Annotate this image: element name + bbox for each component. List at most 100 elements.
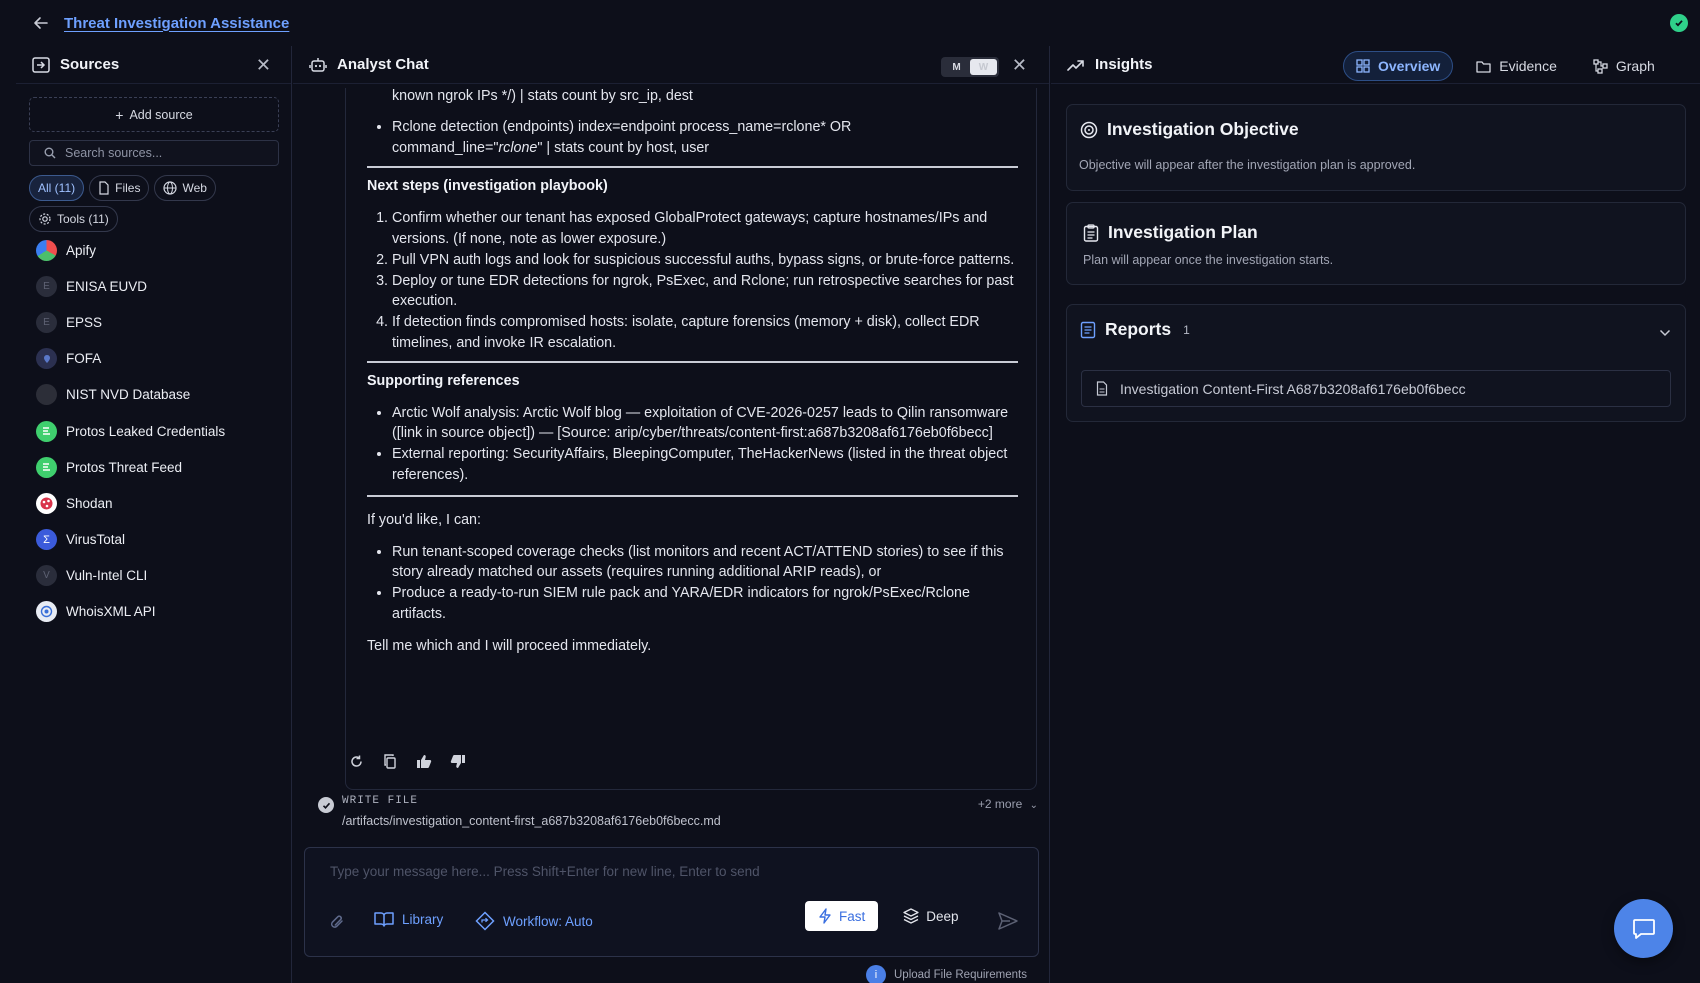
grid-icon xyxy=(1356,59,1370,73)
source-item-apify[interactable]: Apify xyxy=(36,232,286,268)
close-chat-icon[interactable]: ✕ xyxy=(1012,56,1027,74)
copy-icon[interactable] xyxy=(380,751,400,771)
toggle-w[interactable]: W xyxy=(970,59,997,75)
source-item-label: FOFA xyxy=(66,351,102,367)
list-item: Confirm whether our tenant has exposed G… xyxy=(392,208,1018,250)
tab-graph[interactable]: Graph xyxy=(1580,51,1668,81)
upload-requirements-link[interactable]: i Upload File Requirements xyxy=(866,965,1027,983)
fast-label: Fast xyxy=(839,908,866,924)
chip-files[interactable]: Files xyxy=(89,175,150,201)
protos-logo-icon xyxy=(36,456,57,478)
list-item: External reporting: SecurityAffairs, Ble… xyxy=(392,444,1018,486)
chevron-down-icon: ⌄ xyxy=(1029,800,1038,811)
file-icon xyxy=(1096,381,1108,396)
source-item-label: Protos Threat Feed xyxy=(66,459,183,475)
workflow-diamond-icon xyxy=(475,911,495,931)
gear-icon xyxy=(39,213,51,225)
letter-v-icon: V xyxy=(36,565,57,587)
message-input[interactable] xyxy=(330,864,1020,888)
report-item[interactable]: Investigation Content-First A687b3208af6… xyxy=(1081,370,1671,407)
source-item-label: EPSS xyxy=(66,314,103,330)
source-item-protos-feed[interactable]: Protos Threat Feed xyxy=(36,449,286,485)
source-item-virustotal[interactable]: Σ VirusTotal xyxy=(36,522,286,558)
message-composer: Library Workflow: Auto Fast Deep xyxy=(304,847,1039,957)
workflow-button[interactable]: Workflow: Auto xyxy=(475,911,593,931)
divider xyxy=(367,360,1018,363)
section-title: Next steps (investigation playbook) xyxy=(367,178,608,195)
plan-title: Investigation Plan xyxy=(1108,222,1258,242)
divider xyxy=(367,494,1018,497)
reports-title-row: Reports 1 xyxy=(1080,319,1190,340)
source-item-shodan[interactable]: Shodan xyxy=(36,485,286,521)
close-sources-icon[interactable]: ✕ xyxy=(256,56,271,74)
tab-overview-label: Overview xyxy=(1378,58,1441,74)
tab-overview[interactable]: Overview xyxy=(1343,51,1454,81)
tab-graph-label: Graph xyxy=(1615,58,1655,74)
source-filter-chips: All (11) Files Web Tools (11) xyxy=(29,175,289,232)
reports-count-badge: 1 xyxy=(1183,322,1190,337)
chip-web[interactable]: Web xyxy=(154,175,216,201)
source-item-epss[interactable]: E EPSS xyxy=(36,304,286,340)
chip-all[interactable]: All (11) xyxy=(29,175,85,201)
query-text: " | stats count by host, user xyxy=(537,139,710,156)
more-tools-button[interactable]: +2 more ⌄ xyxy=(978,797,1038,811)
chat-bubble-icon xyxy=(1632,918,1655,939)
tab-evidence-label: Evidence xyxy=(1499,58,1557,74)
query-item: Rclone detection (endpoints) index=endpo… xyxy=(392,117,1018,159)
chevron-down-icon[interactable] xyxy=(1659,324,1671,340)
sources-panel: Sources ✕ + Add source All (11) Files We… xyxy=(16,46,292,983)
query-text: Rclone detection (endpoints) index=endpo… xyxy=(392,118,852,135)
chip-tools[interactable]: Tools (11) xyxy=(29,206,118,232)
search-sources-input[interactable] xyxy=(65,146,265,160)
thumbs-down-icon[interactable] xyxy=(448,751,468,771)
insights-title: Insights xyxy=(1095,56,1153,73)
report-item-label: Investigation Content-First A687b3208af6… xyxy=(1120,380,1466,397)
plan-title-row: Investigation Plan xyxy=(1083,222,1258,243)
toggle-m[interactable]: M xyxy=(943,59,970,75)
page-title[interactable]: Threat Investigation Assistance xyxy=(64,15,289,32)
protos-logo-icon xyxy=(36,420,57,442)
source-item-label: VirusTotal xyxy=(66,532,126,548)
source-item-fofa[interactable]: FOFA xyxy=(36,341,286,377)
list-item: Run tenant-scoped coverage checks (list … xyxy=(392,542,1018,584)
source-item-protos-leaked[interactable]: Protos Leaked Credentials xyxy=(36,413,286,449)
tool-path: /artifacts/investigation_content-first_a… xyxy=(342,814,721,828)
add-source-button[interactable]: + Add source xyxy=(29,97,279,132)
speed-mode-group: Fast Deep xyxy=(805,901,972,931)
source-item-nist[interactable]: NIST NVD Database xyxy=(36,377,286,413)
reports-title: Reports xyxy=(1105,319,1172,339)
tool-call-row: WRITE FILE /artifacts/investigation_cont… xyxy=(318,789,1038,833)
query-text-italic: rclone xyxy=(498,139,538,156)
globe-icon xyxy=(163,181,178,195)
layers-icon xyxy=(903,908,919,924)
sources-icon xyxy=(32,56,50,73)
chat-title: Analyst Chat xyxy=(337,56,429,73)
plus-icon: + xyxy=(115,106,124,123)
list-item: If detection finds compromised hosts: is… xyxy=(392,312,1018,354)
paperclip-icon[interactable] xyxy=(329,913,345,934)
regenerate-icon[interactable] xyxy=(346,751,366,771)
back-arrow-icon[interactable] xyxy=(30,12,52,34)
tab-evidence[interactable]: Evidence xyxy=(1463,51,1570,81)
insights-panel: Insights Overview Evidence Graph Investi… xyxy=(1051,46,1700,983)
assistant-message: known ngrok IPs */) | stats count by src… xyxy=(345,88,1037,790)
deep-mode-button[interactable]: Deep xyxy=(890,901,971,931)
chat-support-button[interactable] xyxy=(1614,899,1673,958)
fast-mode-button[interactable]: Fast xyxy=(805,901,879,931)
source-item-label: Vuln-Intel CLI xyxy=(66,568,148,584)
top-bar: Threat Investigation Assistance xyxy=(0,0,1700,46)
send-icon[interactable] xyxy=(998,912,1018,933)
chip-all-label: All (11) xyxy=(38,181,76,195)
query-text: known ngrok IPs */) | stats count by src… xyxy=(392,88,693,104)
source-item-vuln-intel[interactable]: V Vuln-Intel CLI xyxy=(36,558,286,594)
lightning-icon xyxy=(819,908,831,924)
source-item-enisa[interactable]: E ENISA EUVD xyxy=(36,268,286,304)
document-list-icon xyxy=(1080,321,1096,338)
reports-card: Reports 1 Investigation Content-First A6… xyxy=(1066,304,1686,422)
offer-intro: If you'd like, I can: xyxy=(367,511,481,528)
thumbs-up-icon[interactable] xyxy=(414,751,434,771)
info-icon: i xyxy=(866,965,886,983)
mode-toggle[interactable]: M W xyxy=(941,57,999,77)
library-button[interactable]: Library xyxy=(374,911,443,927)
source-item-whoisxml[interactable]: WhoisXML API xyxy=(36,594,286,630)
